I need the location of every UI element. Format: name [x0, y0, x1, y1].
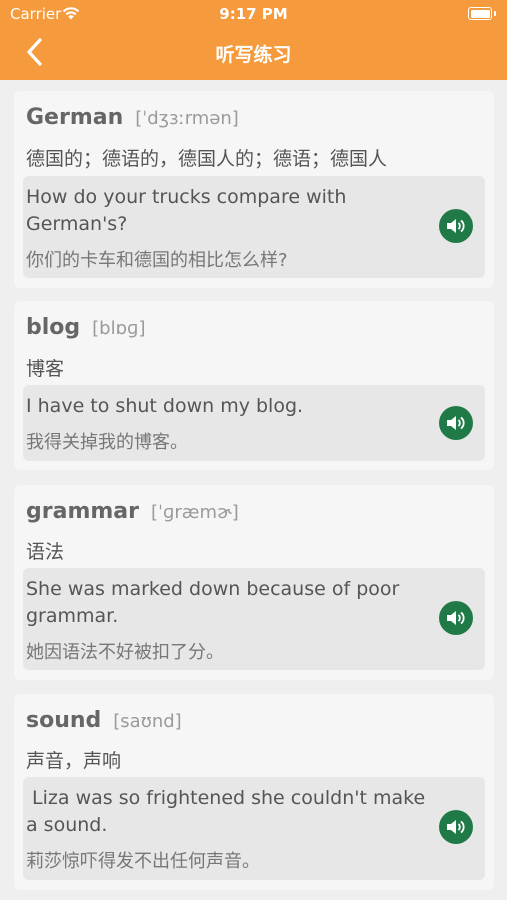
example-box: How do your trucks compare with German's…: [23, 176, 485, 278]
word-text: blog: [26, 315, 81, 340]
example-sentence: Liza was so frightened she couldn't make…: [26, 787, 432, 836]
example-sentence: She was marked down because of poor gram…: [26, 578, 400, 627]
speaker-icon: [447, 219, 465, 233]
word-meaning: 博客: [26, 358, 65, 380]
clock-label: 9:17 PM: [219, 5, 288, 23]
play-audio-button[interactable]: [439, 810, 473, 844]
word-card: grammar [ˈɡræmɚ] 语法 She was marked down b…: [14, 485, 494, 680]
battery-icon: [468, 7, 492, 20]
word-meaning: 语法: [26, 541, 65, 563]
word-card: German [ˈdʒɜːrmən] 德国的；德语的，德国人的；德语；德国人 Ho…: [14, 91, 494, 288]
status-bar: Carrier 9:17 PM: [0, 0, 507, 28]
example-translation: 莉莎惊吓得发不出任何声音。: [26, 851, 260, 872]
battery-cap: [494, 11, 496, 16]
play-audio-button[interactable]: [439, 406, 473, 440]
example-translation: 你们的卡车和德国的相比怎么样?: [26, 250, 288, 271]
word-text: grammar: [26, 499, 139, 524]
phonetic-text: [ˈdʒɜːrmən]: [135, 108, 239, 129]
word-meaning: 声音，声响: [26, 750, 122, 772]
example-translation: 我得关掉我的博客。: [26, 432, 188, 453]
example-sentence: I have to shut down my blog.: [26, 395, 304, 417]
play-audio-button[interactable]: [439, 601, 473, 635]
word-meaning: 德国的；德语的，德国人的；德语；德国人: [26, 148, 388, 170]
page-title: 听写练习: [215, 44, 292, 66]
word-card: blog [blɒɡ] 博客 I have to shut down my blo…: [14, 301, 494, 470]
phonetic-text: [blɒɡ]: [92, 318, 146, 339]
example-sentence: How do your trucks compare with German's…: [26, 186, 347, 235]
example-translation: 她因语法不好被扣了分。: [26, 642, 224, 663]
word-text: sound: [26, 708, 102, 733]
example-box: She was marked down because of poor gram…: [23, 568, 485, 670]
phonetic-text: [ˈɡræmɚ]: [151, 502, 239, 523]
speaker-icon: [447, 416, 465, 430]
example-box: Liza was so frightened she couldn't make…: [23, 777, 485, 880]
word-card: sound [saʊnd] 声音，声响 Liza was so frightene…: [14, 694, 494, 890]
example-box: I have to shut down my blog. 我得关掉我的博客。: [23, 385, 485, 461]
word-text: German: [26, 105, 124, 130]
navigation-bar: Carrier 9:17 PM 听写练习: [0, 0, 507, 80]
play-audio-button[interactable]: [439, 209, 473, 243]
speaker-icon: [447, 820, 465, 834]
phonetic-text: [saʊnd]: [113, 711, 182, 732]
speaker-icon: [447, 611, 465, 625]
